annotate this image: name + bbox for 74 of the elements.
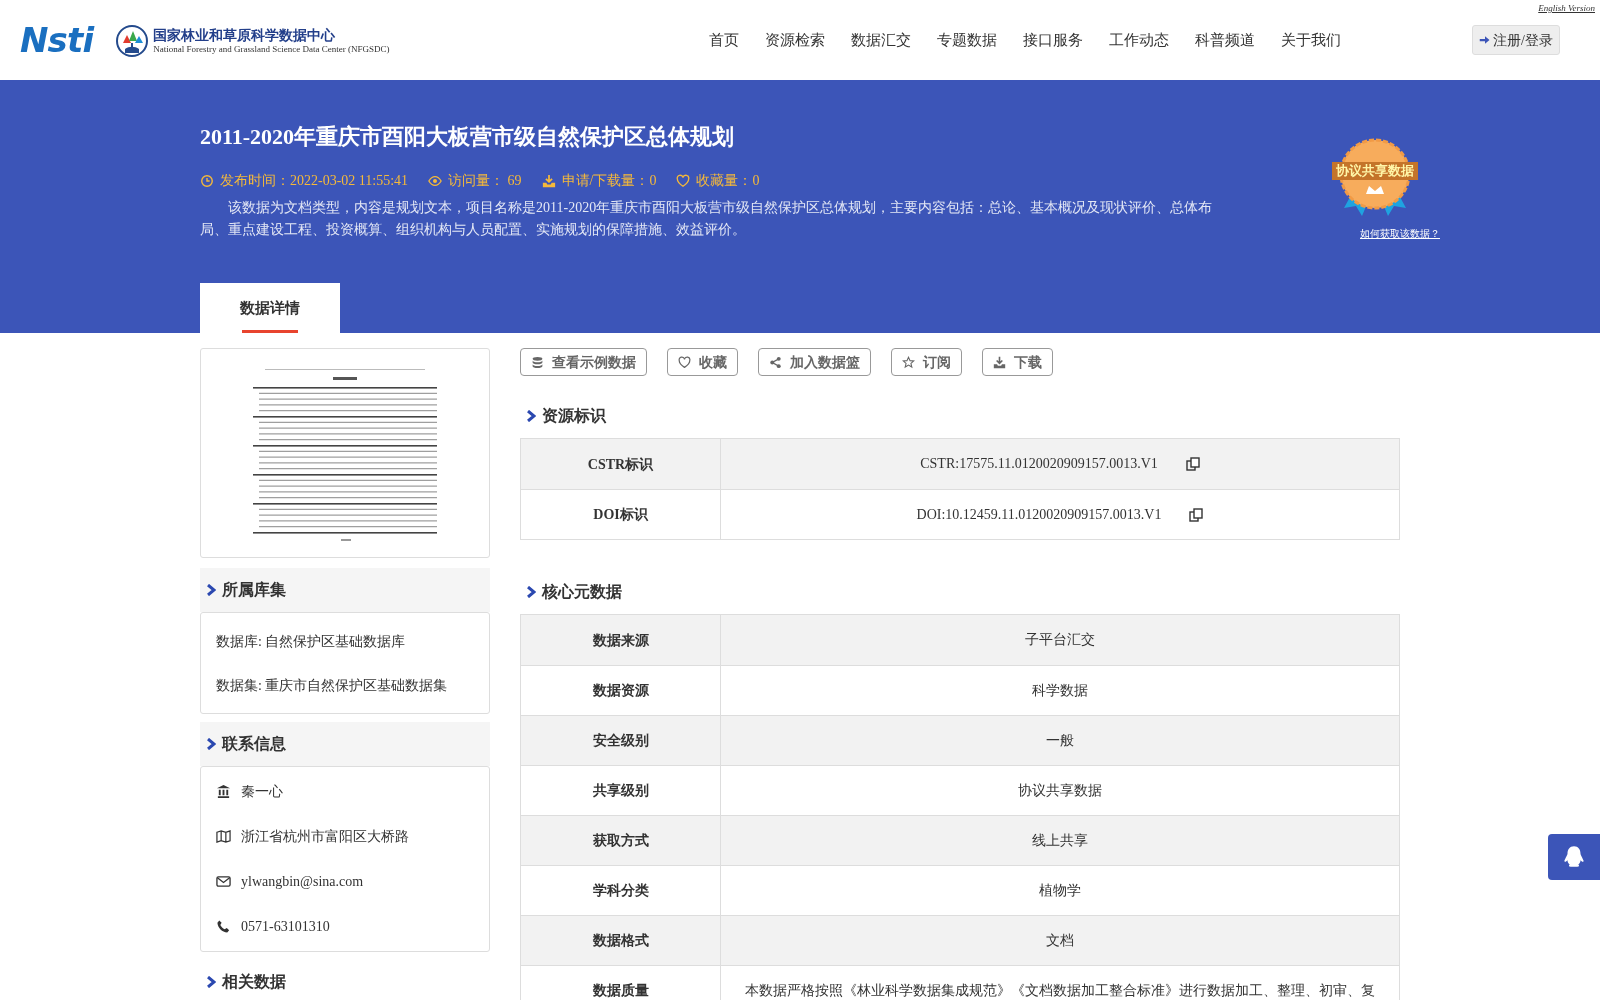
meta-text: 申请/下载量：0 [561,172,657,190]
contact-text: ylwangbin@sina.com [241,873,364,891]
nav-link[interactable]: 资源检索 [765,28,826,52]
badge-text: 协议共享数据 [1332,162,1418,180]
table-cell-text: 植物学 [1039,881,1081,900]
star-icon [902,355,915,369]
nav-link[interactable]: 工作动态 [1109,28,1170,52]
org-name: 国家林业和草原科学数据中心 [153,25,337,44]
heart-icon [678,355,691,369]
contact-text: 0571-63101310 [241,918,330,936]
login-button[interactable]: 注册/登录 [1472,25,1560,55]
table-cell-text: 协议共享数据 [1018,781,1102,800]
details-tab[interactable]: 数据详情 [200,283,340,333]
table-cell: 数据质量 [521,966,721,1000]
contact-text: 秦一心 [241,783,283,801]
clock-icon [200,173,214,188]
table-cell-text: 文档 [1046,931,1074,950]
contact-text: 浙江省杭州市富阳区大桥路 [241,828,409,846]
nav-link[interactable]: 首页 [709,28,740,52]
envelope-icon [216,874,231,889]
nav-link[interactable]: 专题数据 [937,28,998,52]
section-title: 相关数据 [222,972,286,992]
sign-in-icon [1479,34,1492,46]
org-subtitle: National Forestry and Grassland Science Data Center (NFGSDC) [153,43,390,55]
table-cell-text: DOI:10.12459.11.0120020909157.0013.V1 [916,505,1162,524]
collection-item[interactable]: 数据库: 自然保护区基础数据库 [216,619,474,663]
table-cell-text: 本数据严格按照《林业科学数据集成规范》《文档数据加工整合标准》进行数据加工、整理、初审、复 [745,981,1375,1000]
nav-link[interactable]: 科普频道 [1195,28,1256,52]
how-to-get-data-link[interactable]: 如何获取该数据？ [1360,226,1440,241]
section-title: 核心元数据 [542,582,622,602]
tree-logo-icon [115,23,150,57]
table-cell-text: 一般 [1046,731,1074,750]
english-version-link[interactable]: English Version [1538,2,1595,16]
copy-icon[interactable] [1185,457,1200,471]
download-icon [541,173,556,188]
section-title: 所属库集 [222,580,286,600]
map-icon [216,829,231,844]
data-description: 该数据为文档类型，内容是规划文本，项目名称是2011-2020年重庆市酉阳大板营市级自然保护区总体规划，主要内容包括：总论、基本概况及现状评价、总体布局、重点建设工程、投资概算、组织机构与人员配置、实施规划的保障措施、效益评价。 [200,199,1214,239]
action-button[interactable]: 查看示例数据 [520,348,647,376]
section-title: 资源标识 [542,406,606,426]
copy-icon[interactable] [1189,507,1204,522]
download-icon [993,355,1006,369]
chevron-icon [526,410,536,422]
nav-link[interactable]: 数据汇交 [851,28,912,52]
nav-link[interactable]: 关于我们 [1281,28,1342,52]
table-cell: DOI标识 [521,490,721,539]
chat-button[interactable] [1548,834,1600,880]
database-icon [531,355,544,369]
table-cell-text: 科学数据 [1032,681,1088,700]
action-button[interactable]: 订阅 [891,348,962,376]
chevron-icon [206,584,216,596]
eye-icon [428,173,443,188]
section-title: 联系信息 [222,734,286,754]
action-button[interactable]: 收藏 [667,348,738,376]
meta-text: 发布时间：2022-03-02 11:55:41 [220,172,409,190]
chevron-icon [526,586,536,598]
penguin-icon [1561,844,1587,870]
building-icon [216,784,231,799]
heart-icon [676,173,691,188]
chevron-icon [206,738,216,750]
action-button[interactable]: 加入数据篮 [758,348,871,376]
phone-icon [216,919,231,934]
table-cell-text: CSTR:17575.11.0120020909157.0013.V1 [920,455,1158,473]
table-cell-text: 子平台汇交 [1025,631,1095,649]
share-icon [769,355,782,369]
nav-link[interactable]: 接口服务 [1023,28,1084,52]
data-title: 2011-2020年重庆市酉阳大板营市级自然保护区总体规划 [200,123,736,151]
meta-text: 收藏量：0 [696,172,760,190]
nsti-logo: Nsti [20,23,94,57]
table-cell-text: 线上共享 [1032,831,1088,850]
collection-item[interactable]: 数据集: 重庆市自然保护区基础数据集 [216,663,474,707]
meta-text: 访问量： 69 [448,172,522,190]
action-button[interactable]: 下载 [982,348,1053,376]
chevron-icon [206,976,216,988]
